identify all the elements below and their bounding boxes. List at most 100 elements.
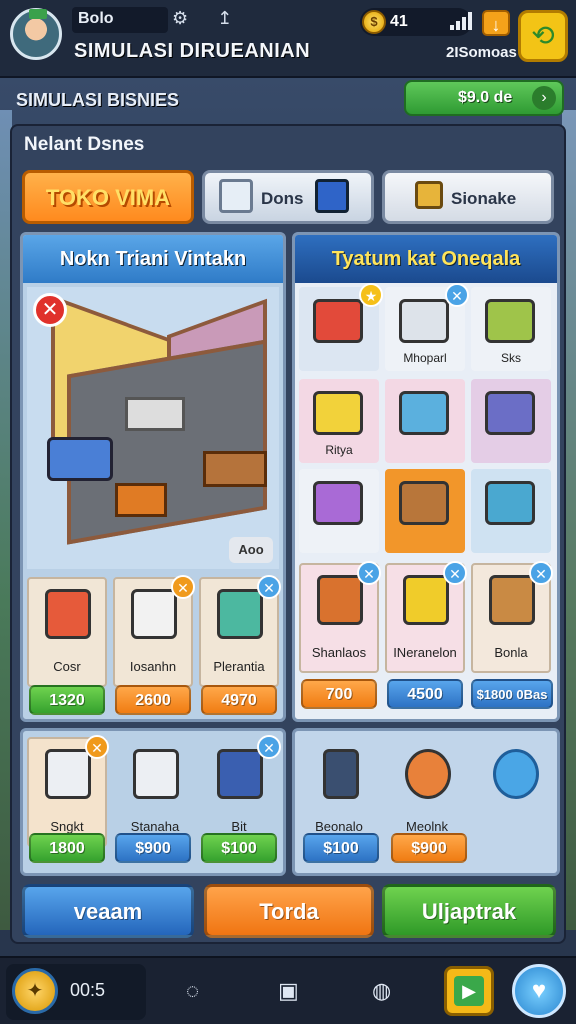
catalog-item[interactable] — [471, 469, 551, 553]
refresh-icon — [493, 749, 539, 799]
coin-icon[interactable]: ✦ — [12, 968, 58, 1014]
close-icon[interactable]: ✕ — [357, 561, 381, 585]
box-icon — [133, 749, 179, 799]
price-button[interactable]: $900 — [115, 833, 191, 863]
chat-icon[interactable]: ◌ — [186, 978, 199, 1004]
fridge-icon — [399, 391, 449, 435]
item-name: Stanaha — [130, 819, 180, 834]
view-label: veaam — [73, 899, 143, 924]
seed-bag-icon — [317, 575, 363, 625]
sofa-icon — [313, 299, 363, 343]
upgrade-button[interactable]: Uljaptrak — [382, 884, 556, 938]
cabinet-icon — [485, 391, 535, 435]
coin-icon: $ — [362, 10, 386, 34]
map-icon[interactable]: ◍ — [372, 978, 391, 1004]
crate-icon — [217, 749, 263, 799]
refresh-item[interactable] — [475, 737, 555, 847]
tab-toko-vima[interactable]: TOKO VIMA — [22, 170, 194, 224]
close-icon[interactable]: ✕ — [33, 293, 67, 327]
price-button[interactable]: 1800 — [29, 833, 105, 863]
price-button[interactable]: 4500 — [387, 679, 463, 709]
play-icon: ▶ — [454, 976, 484, 1006]
list-item[interactable]: Bit ✕ — [199, 735, 281, 847]
list-item[interactable]: Meolnk — [387, 737, 467, 847]
close-icon[interactable]: ✕ — [171, 575, 195, 599]
heart-icon[interactable]: ♥ — [512, 964, 566, 1018]
settings-icons[interactable]: ⚙ ↥ — [172, 8, 244, 29]
close-icon[interactable]: ✕ — [257, 735, 281, 759]
panel-title: Nokn Triani Vintakn — [23, 235, 283, 283]
list-item[interactable]: Beonalo — [299, 737, 379, 847]
trade-button[interactable]: Torda — [204, 884, 374, 938]
play-button[interactable]: ▶ — [444, 966, 494, 1016]
bottom-nav: ✦ 00:5 ◌ ▣ ◍ ▶ ♥ — [0, 956, 576, 1024]
list-item[interactable]: Plerantia ✕ — [199, 575, 281, 687]
room-preview: ✕ Aoo — [27, 287, 279, 569]
money-button[interactable]: $9.0 de › — [404, 80, 564, 116]
catalog-item-selected[interactable] — [385, 469, 465, 553]
cube-icon — [315, 179, 349, 213]
room-chip[interactable]: Aoo — [229, 537, 273, 563]
gift-bag-icon — [403, 575, 449, 625]
list-item[interactable]: INeranelon ✕ — [385, 561, 467, 673]
shopping-cart-icon — [485, 481, 535, 525]
catalog-item[interactable]: ★ — [299, 283, 383, 371]
price-button[interactable]: 700 — [301, 679, 377, 709]
produce-crate-icon — [489, 575, 535, 625]
upgrade-label: Uljaptrak — [421, 899, 517, 924]
truck-icon — [485, 299, 535, 343]
top-bar: Bolo ⚙ ↥ SIMULASI DIRUEANIAN $ 41 ↓ ⟲ 2I… — [0, 0, 576, 78]
catalog-item[interactable] — [385, 379, 465, 463]
item-name: Iosanhn — [129, 659, 177, 674]
view-button[interactable]: veaam — [22, 884, 194, 938]
tablet-icon — [323, 749, 359, 799]
list-item[interactable]: Cosr — [27, 577, 107, 687]
close-icon[interactable]: ✕ — [445, 283, 469, 307]
clock-icon — [405, 749, 451, 799]
price-button[interactable]: 2600 — [115, 685, 191, 715]
trade-label: Torda — [259, 899, 319, 924]
catalog-item[interactable] — [299, 469, 379, 553]
item-name: Sngkt — [50, 819, 84, 834]
crate-icon — [115, 483, 167, 517]
sub-status: 2ISomoas — [446, 44, 517, 61]
box-icon — [131, 589, 177, 639]
item-name: Mhoparl — [403, 351, 447, 365]
close-icon[interactable]: ✕ — [443, 561, 467, 585]
price-button[interactable]: 1320 — [29, 685, 105, 715]
item-name: Plerantia — [213, 659, 265, 674]
list-item[interactable]: Sngkt ✕ — [27, 735, 109, 847]
list-item[interactable]: Iosanhn ✕ — [113, 575, 195, 687]
close-icon[interactable]: ✕ — [257, 575, 281, 599]
inventory-icon[interactable]: ▣ — [278, 978, 299, 1004]
list-item[interactable]: Shanlaos ✕ — [299, 561, 381, 673]
panel-title: Tyatum kat Oneqala — [295, 235, 557, 283]
price-button[interactable]: $900 — [391, 833, 467, 863]
list-item[interactable]: Bonla ✕ — [471, 561, 553, 673]
item-name: INeranelon — [393, 645, 457, 660]
price-button[interactable]: $100 — [201, 833, 277, 863]
price-button[interactable]: $1800 0Bas — [471, 679, 553, 709]
tab-sionake[interactable]: Sionake — [382, 170, 554, 224]
refresh-button[interactable]: ⟲ — [518, 10, 568, 62]
download-button[interactable]: ↓ — [482, 10, 510, 36]
close-icon[interactable]: ✕ — [85, 735, 109, 759]
item-name: Beonalo — [315, 819, 363, 834]
game-title: SIMULASI DIRUEANIAN — [74, 40, 311, 62]
main-panel: Nelant Dsnes TOKO VIMA Dons Sionake Nokn… — [10, 124, 566, 944]
van-icon — [313, 481, 363, 525]
item-name: Bit — [231, 819, 247, 834]
supply-panel: Sngkt ✕ Stanaha Bit ✕ 1800 $900 $100 — [20, 728, 286, 876]
avatar[interactable] — [10, 8, 62, 60]
catalog-item[interactable] — [471, 379, 551, 463]
tab-dons[interactable]: Dons — [202, 170, 374, 224]
catalog-item[interactable]: Ritya — [299, 379, 379, 463]
catalog-item[interactable]: Mhoparl ✕ — [385, 283, 469, 371]
item-name: Shanlaos — [311, 645, 367, 660]
catalog-item[interactable]: Sks — [471, 287, 551, 371]
close-icon[interactable]: ✕ — [529, 561, 553, 585]
price-button[interactable]: $100 — [303, 833, 379, 863]
list-item[interactable]: Stanaha — [115, 737, 195, 847]
price-button[interactable]: 4970 — [201, 685, 277, 715]
plant-box-icon — [217, 589, 263, 639]
